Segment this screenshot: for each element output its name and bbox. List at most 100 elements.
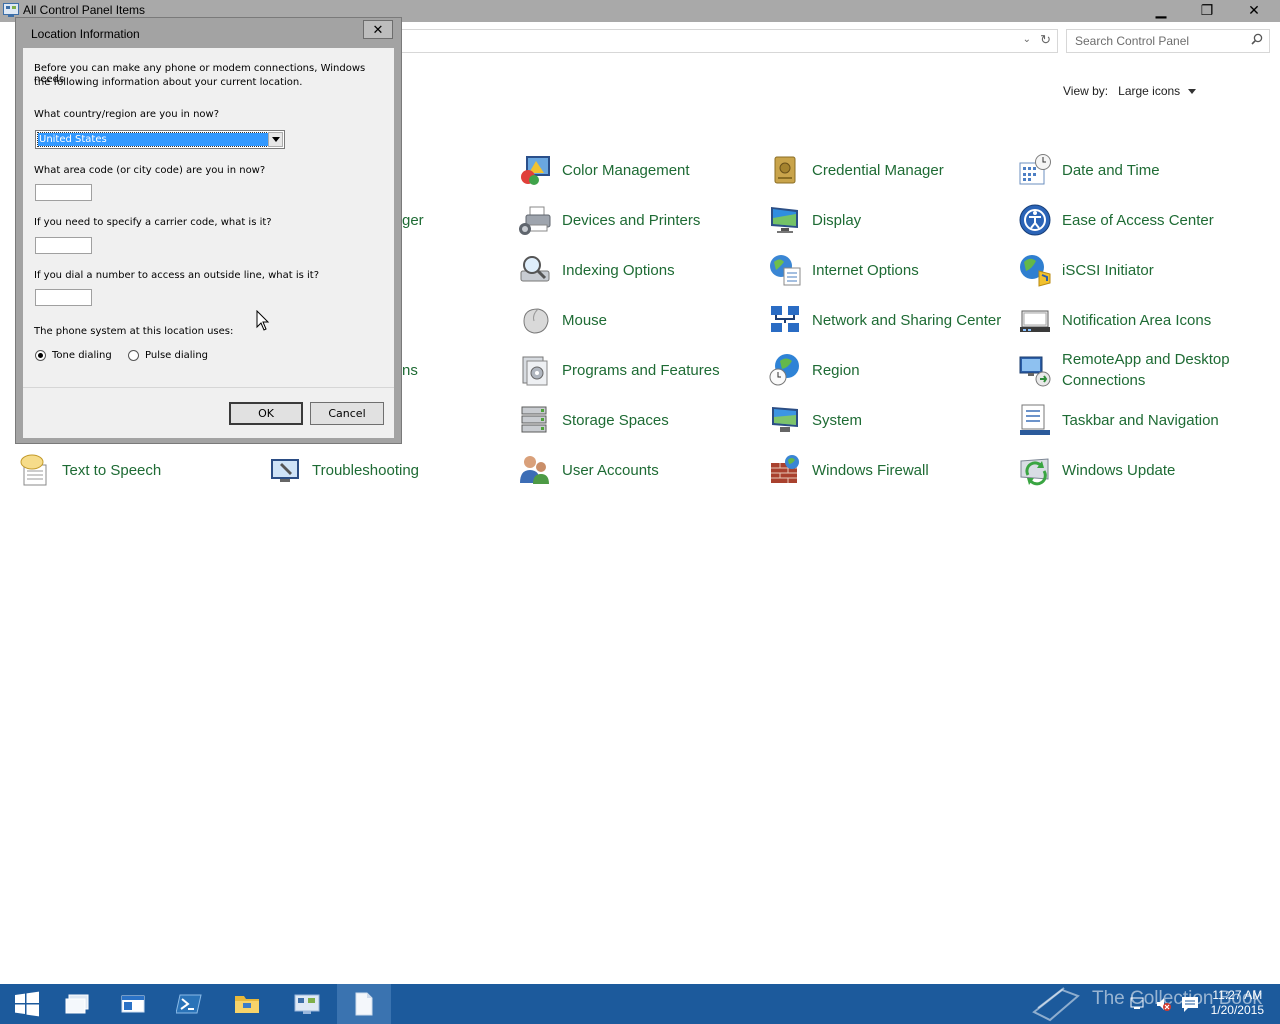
cp-item-windows-update[interactable]: Windows Update	[1018, 450, 1175, 490]
credential-manager-icon	[774, 156, 796, 184]
cp-item-label: User Accounts	[562, 461, 659, 479]
taskbar: The Collection Book 11:27 AM 1/20/2015	[0, 984, 1280, 1024]
control-panel-icon	[294, 994, 320, 1014]
tone-dialing-radio[interactable]	[35, 350, 46, 361]
network-tray-icon[interactable]	[1130, 996, 1146, 1012]
cp-item-label: Credential Manager	[812, 161, 944, 179]
cp-item-devices-and-printers[interactable]: Devices and Printers	[518, 200, 700, 240]
taskbar-server-manager[interactable]	[106, 984, 160, 1024]
pulse-dialing-radio[interactable]	[128, 350, 139, 361]
devices-printers-icon	[519, 206, 551, 235]
cp-item-display[interactable]: Display	[768, 200, 861, 240]
ok-button[interactable]: OK	[229, 402, 303, 425]
cp-item-label: Date and Time	[1062, 161, 1160, 179]
cp-item-system[interactable]: System	[768, 400, 862, 440]
view-by-dropdown[interactable]: Large icons	[1118, 84, 1180, 98]
maximize-button[interactable]: ❐	[1184, 0, 1230, 20]
cp-item-label: Internet Options	[812, 261, 919, 279]
action-center-tray-icon[interactable]	[1181, 995, 1199, 1013]
cp-item-programs-and-features[interactable]: Programs and Features	[518, 350, 720, 390]
cp-item-ease-of-access[interactable]: Ease of Access Center	[1018, 200, 1214, 240]
internet-options-icon	[770, 255, 801, 286]
iscsi-initiator-icon	[1020, 255, 1051, 287]
tone-dialing-label[interactable]: Tone dialing	[52, 350, 112, 361]
address-bar[interactable]: ⌄ ↻	[402, 29, 1058, 53]
notification-area-icon	[1020, 310, 1050, 332]
volume-muted-tray-icon[interactable]	[1156, 996, 1172, 1012]
cp-item-color-management[interactable]: Color Management	[518, 150, 690, 190]
start-button[interactable]	[0, 984, 54, 1024]
chevron-down-icon[interactable]	[1188, 89, 1197, 95]
intro-text-line2: the following information about your cur…	[34, 77, 303, 88]
carrier-code-label: If you need to specify a carrier code, w…	[34, 217, 272, 228]
cp-item-label: Mouse	[562, 311, 608, 329]
cp-item-label: Display	[812, 211, 862, 229]
network-sharing-icon	[771, 306, 799, 332]
search-placeholder: Search Control Panel	[1075, 34, 1190, 48]
country-label: What country/region are you in now?	[34, 109, 220, 120]
taskbar-powershell[interactable]	[162, 984, 216, 1024]
cp-item-text-to-speech[interactable]: Text to Speech	[18, 450, 161, 490]
refresh-icon[interactable]: ↻	[1040, 32, 1051, 48]
cp-item-indexing-options[interactable]: Indexing Options	[518, 250, 675, 290]
cp-item-troubleshooting[interactable]: Troubleshooting	[268, 450, 419, 490]
cp-item-label: RemoteApp and Desktop Connections	[1062, 351, 1230, 389]
powershell-icon	[176, 994, 202, 1014]
cp-item-label: Notification Area Icons	[1062, 311, 1212, 329]
cp-item-mouse[interactable]: Mouse	[518, 300, 607, 340]
cp-item-remoteapp[interactable]: RemoteApp and Desktop Connections	[1018, 350, 1252, 390]
control-panel-icon	[3, 3, 19, 17]
display-icon	[771, 207, 798, 233]
search-icon[interactable]	[1251, 33, 1263, 45]
cp-item-label: Text to Speech	[62, 461, 162, 479]
cp-item-storage-spaces[interactable]: Storage Spaces	[518, 400, 669, 440]
close-button[interactable]: ✕	[1231, 0, 1277, 20]
cp-item-region[interactable]: Region	[768, 350, 860, 390]
remoteapp-icon	[1019, 356, 1051, 387]
date-time-icon	[1019, 154, 1051, 185]
folder-icon	[235, 996, 259, 1013]
chevron-down-icon[interactable]	[268, 132, 283, 147]
cp-item-network-sharing[interactable]: Network and Sharing Center	[768, 300, 1002, 340]
cp-item-credential-manager[interactable]: Credential Manager	[768, 150, 944, 190]
carrier-code-field[interactable]	[35, 237, 92, 254]
search-input[interactable]: Search Control Panel	[1066, 29, 1270, 53]
cp-item-notification-area-icons[interactable]: Notification Area Icons	[1018, 300, 1211, 340]
taskbar-file-explorer[interactable]	[220, 984, 274, 1024]
cp-item-label: ger	[402, 211, 424, 229]
cp-item-date-and-time[interactable]: Date and Time	[1018, 150, 1160, 190]
country-select[interactable]: United States	[35, 130, 285, 149]
area-code-field[interactable]	[35, 184, 92, 201]
windows-update-icon	[1020, 458, 1049, 486]
cp-item-internet-options[interactable]: Internet Options	[768, 250, 919, 290]
minimize-button[interactable]: ▁	[1138, 0, 1184, 20]
cp-item-iscsi-initiator[interactable]: iSCSI Initiator	[1018, 250, 1154, 290]
indexing-options-icon	[520, 256, 550, 282]
address-dropdown-icon[interactable]: ⌄	[1023, 34, 1031, 45]
dialog-close-button[interactable]: ✕	[363, 20, 393, 39]
pulse-dialing-label[interactable]: Pulse dialing	[145, 350, 208, 361]
phone-system-label: The phone system at this location uses:	[34, 326, 234, 337]
programs-features-icon	[522, 356, 548, 386]
taskbar-active-app[interactable]	[337, 984, 391, 1024]
cp-item-label: Taskbar and Navigation	[1062, 411, 1219, 429]
server-manager-icon	[121, 995, 145, 1013]
region-icon	[769, 354, 799, 386]
taskbar-clock[interactable]: 11:27 AM 1/20/2015	[1211, 988, 1264, 1018]
taskbar-file-explorer-windows[interactable]	[50, 984, 104, 1024]
cp-item-label: Devices and Printers	[562, 211, 701, 229]
document-icon	[355, 992, 373, 1016]
cp-item-label: Programs and Features	[562, 361, 720, 379]
taskbar-control-panel[interactable]	[280, 984, 334, 1024]
location-information-dialog: Location Information ✕ Before you can ma…	[15, 17, 402, 444]
system-icon	[772, 407, 798, 432]
cp-item-taskbar-navigation[interactable]: Taskbar and Navigation	[1018, 400, 1219, 440]
cancel-button[interactable]: Cancel	[310, 402, 384, 425]
cp-item-windows-firewall[interactable]: Windows Firewall	[768, 450, 929, 490]
cp-item-label: Region	[812, 361, 860, 379]
outside-line-field[interactable]	[35, 289, 92, 306]
windows-logo-icon	[15, 991, 39, 1017]
cp-item-user-accounts[interactable]: User Accounts	[518, 450, 659, 490]
color-management-icon	[521, 156, 550, 185]
book-logo-icon	[1032, 987, 1080, 1022]
